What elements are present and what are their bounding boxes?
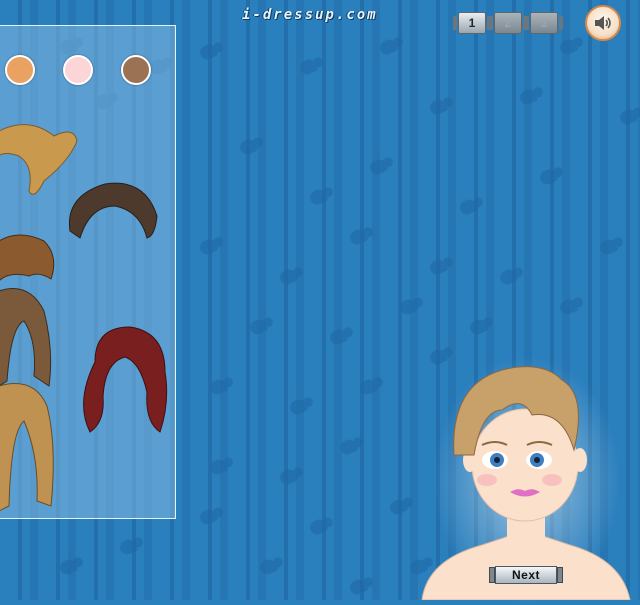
heart-decoration	[307, 187, 329, 207]
heart-decoration	[367, 157, 389, 177]
doll-figure	[421, 366, 631, 600]
page-button-3[interactable]: 3	[525, 12, 563, 34]
heart-decoration	[237, 137, 259, 157]
page-button-2[interactable]: 2	[489, 12, 527, 34]
heart-decoration	[347, 577, 369, 597]
next-button-label: Next	[495, 566, 557, 584]
hair-option-dark-brown-short[interactable]	[65, 176, 160, 246]
heart-decoration	[247, 317, 269, 337]
hair-option-auburn-wavy[interactable]	[75, 322, 175, 442]
heart-decoration	[277, 267, 299, 287]
next-button-right-cap	[557, 567, 563, 583]
hair-selection-panel	[0, 25, 176, 519]
skin-swatch-tan[interactable]	[5, 55, 35, 85]
heart-decoration	[377, 37, 399, 57]
heart-decoration	[257, 557, 279, 577]
heart-decoration	[207, 377, 229, 397]
heart-decoration	[597, 237, 619, 257]
heart-decoration	[427, 97, 449, 117]
speaker-icon	[595, 16, 611, 30]
skin-swatch-brown[interactable]	[121, 55, 151, 85]
heart-decoration	[467, 317, 489, 337]
page-button-1[interactable]: 1	[453, 12, 491, 34]
doll-character	[412, 355, 640, 605]
hair-option-honey-blonde-long[interactable]	[0, 376, 59, 516]
page-selector: 1 2 3	[453, 12, 563, 34]
heart-decoration	[537, 167, 559, 187]
heart-decoration	[197, 237, 219, 257]
heart-decoration	[557, 297, 579, 317]
heart-decoration	[307, 517, 329, 537]
heart-decoration	[277, 467, 299, 487]
heart-decoration	[197, 42, 219, 62]
heart-decoration	[457, 197, 479, 217]
heart-decoration	[297, 57, 319, 77]
site-logo[interactable]: i-dressup.com	[242, 7, 378, 23]
heart-decoration	[327, 327, 349, 347]
heart-decoration	[397, 297, 419, 317]
skin-swatch-pink[interactable]	[63, 55, 93, 85]
heart-decoration	[427, 257, 449, 277]
heart-decoration	[287, 397, 309, 417]
heart-decoration	[337, 437, 359, 457]
heart-decoration	[387, 497, 409, 517]
heart-decoration	[197, 507, 219, 527]
heart-decoration	[617, 107, 639, 127]
hair-option-brown-long-straight[interactable]	[0, 281, 59, 391]
heart-decoration	[347, 227, 369, 247]
heart-decoration	[557, 37, 579, 57]
heart-decoration	[57, 557, 79, 577]
heart-decoration	[357, 377, 379, 397]
heart-decoration	[117, 537, 139, 557]
sound-toggle-button[interactable]	[585, 5, 621, 41]
next-button[interactable]: Next	[487, 565, 565, 585]
heart-decoration	[517, 87, 539, 107]
heart-decoration	[207, 457, 229, 477]
heart-decoration	[497, 267, 519, 287]
